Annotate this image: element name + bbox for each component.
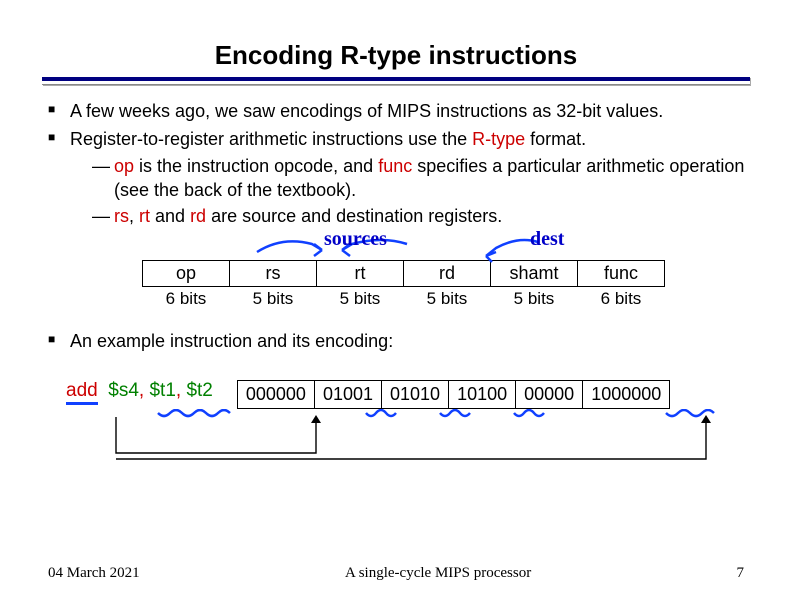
title-rule [42,77,750,85]
s1-func: func [378,156,412,176]
example-row: add $s4, $t1, $t2 000000 01001 01010 101… [66,380,750,409]
enc-cell: 01001 [314,380,381,408]
bullet-list: A few weeks ago, we saw encodings of MIP… [42,99,750,228]
s2-rs: rs [114,206,129,226]
sub-2: rs, rt and rd are source and destination… [92,204,750,228]
arg-t1: $t1 [149,380,175,401]
slide-title: Encoding R-type instructions [42,40,750,71]
b2-rtype: R-type [472,129,525,149]
mnemonic: add [66,380,98,405]
example-arrows [66,409,750,469]
field-bits: 5 bits [230,287,317,312]
b2-post: format. [525,129,586,149]
sub-1: op is the instruction opcode, and func s… [92,154,750,203]
field-bits: 5 bits [491,287,578,312]
s2-rd: rd [190,206,206,226]
field-name: op [143,261,230,287]
field-bits: 6 bits [578,287,665,312]
fields-bits-row: 6 bits 5 bits 5 bits 5 bits 5 bits 6 bit… [143,287,665,312]
field-bits: 5 bits [404,287,491,312]
annot-sources: sources [252,230,452,270]
arg-s4: $s4 [108,380,139,401]
s2-rt: rt [139,206,150,226]
bullet-1: A few weeks ago, we saw encodings of MIP… [48,99,750,123]
s2-post: are source and destination registers. [206,206,502,226]
field-bits: 6 bits [143,287,230,312]
bullet-3: An example instruction and its encoding: [48,329,750,353]
footer-date: 04 March 2021 [48,565,140,582]
bullet-2: Register-to-register arithmetic instruct… [48,127,750,228]
enc-cell: 01010 [382,380,449,408]
s1-op: op [114,156,134,176]
enc-cell: 10100 [449,380,516,408]
s1-mid: is the instruction opcode, and [134,156,378,176]
encoding-table: 000000 01001 01010 10100 00000 1000000 [237,380,670,409]
footer: 04 March 2021 A single-cycle MIPS proces… [0,565,792,582]
enc-cell: 000000 [237,380,314,408]
footer-center: A single-cycle MIPS processor [345,565,531,582]
arg-t2: $t2 [186,380,212,401]
b2-pre: Register-to-register arithmetic instruct… [70,129,472,149]
bullet-list-2: An example instruction and its encoding: [42,329,750,353]
footer-page: 7 [737,565,745,582]
annot-dest: dest [478,230,598,270]
field-bits: 5 bits [317,287,404,312]
enc-cell: 1000000 [583,380,670,408]
example-instruction: add $s4, $t1, $t2 [66,380,213,402]
enc-cell: 00000 [516,380,583,408]
